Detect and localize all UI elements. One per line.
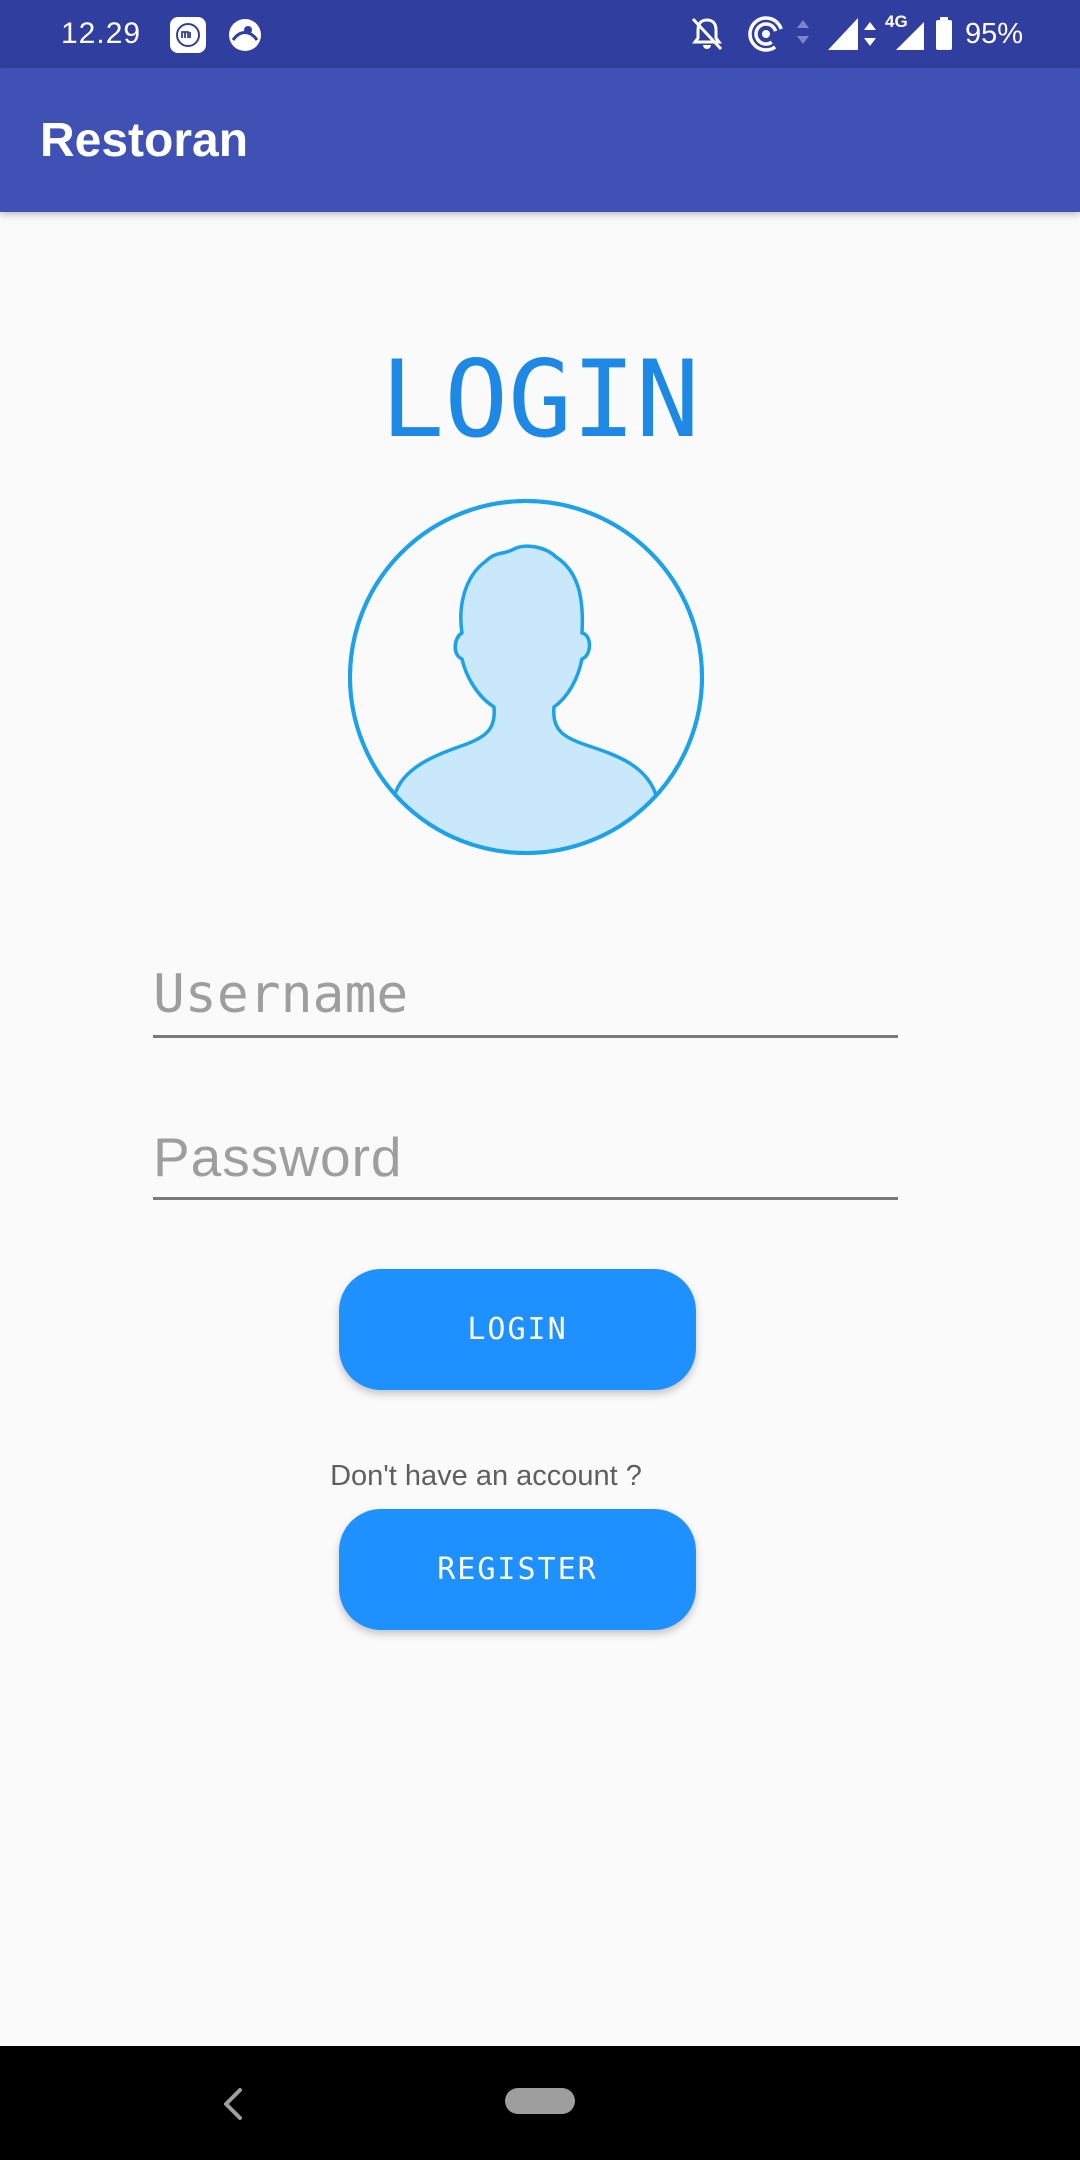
- bell-off-icon: [691, 17, 723, 51]
- status-time: 12.29: [61, 17, 142, 50]
- password-field: [153, 1107, 898, 1200]
- app-bar: Restoran: [0, 68, 1080, 212]
- navigation-bar: [0, 2046, 1080, 2160]
- data-arrows-icon: [864, 22, 876, 46]
- signal-4g-icon: [896, 22, 924, 50]
- login-heading: LOGIN: [380, 338, 700, 461]
- user-avatar-icon: [348, 499, 704, 855]
- mi-app-icon: [170, 17, 206, 53]
- browser-icon: [229, 19, 261, 51]
- signal-icon: [828, 18, 858, 50]
- back-chevron-icon[interactable]: [218, 2086, 248, 2122]
- username-field: [153, 945, 898, 1038]
- home-pill-icon[interactable]: [505, 2088, 575, 2114]
- register-button[interactable]: REGISTER: [339, 1509, 696, 1630]
- status-bar: 12.29 4G 95%: [0, 0, 1080, 68]
- password-input[interactable]: [153, 1125, 898, 1189]
- username-input[interactable]: [153, 963, 898, 1027]
- login-button[interactable]: LOGIN: [339, 1269, 696, 1390]
- hotspot-icon: [748, 16, 784, 52]
- battery-percentage: 95%: [965, 18, 1024, 50]
- register-prompt-text: Don't have an account ?: [330, 1460, 642, 1492]
- data-arrows-icon: [797, 20, 809, 44]
- battery-icon: [936, 17, 952, 50]
- app-title: Restoran: [40, 114, 249, 167]
